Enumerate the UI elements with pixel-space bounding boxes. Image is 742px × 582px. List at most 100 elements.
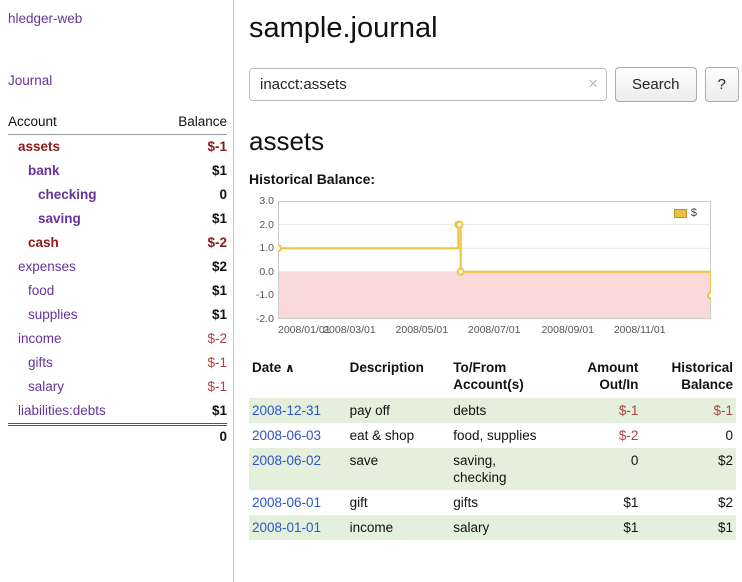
sidebar-account-link-saving[interactable]: saving	[38, 211, 81, 226]
x-axis-label: 2008/07/01	[468, 324, 521, 336]
register-row: 2008-01-01incomesalary$1$1	[249, 515, 736, 540]
y-axis-label: -1.0	[249, 290, 274, 301]
sort-asc-icon: ∧	[285, 361, 295, 375]
journal-link[interactable]: Journal	[8, 73, 52, 88]
x-axis-label: 2008/05/01	[396, 324, 449, 336]
register-row: 2008-06-01giftgifts$1$2	[249, 490, 736, 515]
register-table: Date ∧ Description To/From Account(s) Am…	[249, 357, 736, 540]
transaction-accounts: salary	[450, 515, 551, 540]
transaction-balance: $2	[641, 448, 736, 490]
account-row: bank $1	[8, 159, 227, 183]
sidebar-account-balance: $1	[154, 159, 227, 183]
sidebar-account-link-supplies[interactable]: supplies	[28, 307, 78, 322]
accounts-total-row: 0	[8, 425, 227, 450]
register-row: 2008-12-31pay offdebts$-1$-1	[249, 398, 736, 423]
help-button[interactable]: ?	[705, 67, 739, 102]
register-row: 2008-06-02savesaving, checking0$2	[249, 448, 736, 490]
y-axis-label: 3.0	[249, 196, 274, 207]
transaction-date-cell: 2008-01-01	[249, 515, 347, 540]
transaction-accounts: gifts	[450, 490, 551, 515]
transaction-accounts: debts	[450, 398, 551, 423]
transaction-date-link[interactable]: 2008-06-01	[252, 495, 321, 510]
search-input[interactable]	[249, 68, 607, 101]
account-row: liabilities:debts $1	[8, 399, 227, 425]
accounts-total-value: 0	[154, 425, 227, 450]
sidebar-account-balance: $2	[154, 255, 227, 279]
account-row: cash $-2	[8, 231, 227, 255]
search-box: ×	[249, 68, 607, 101]
x-axis-label: 2008/11/01	[614, 324, 666, 336]
transaction-description: gift	[347, 490, 451, 515]
sidebar-account-balance: $1	[154, 303, 227, 327]
accounts-header-row: Account Balance	[8, 112, 227, 135]
page-title: sample.journal	[249, 12, 739, 45]
transaction-date-link[interactable]: 2008-06-02	[252, 453, 321, 468]
accounts-header-account: Account	[8, 112, 154, 135]
accounts-header-balance: Balance	[154, 112, 227, 135]
sidebar-account-link-income[interactable]: income	[18, 331, 62, 346]
sidebar-account-balance: $1	[154, 207, 227, 231]
brand: hledger-web	[8, 10, 227, 28]
sidebar-account-link-food[interactable]: food	[28, 283, 54, 298]
account-row: food $1	[8, 279, 227, 303]
transaction-description: income	[347, 515, 451, 540]
sidebar-account-balance: $1	[154, 399, 227, 425]
account-row: salary $-1	[8, 375, 227, 399]
transaction-balance: $1	[641, 515, 736, 540]
transaction-date-cell: 2008-06-03	[249, 423, 347, 448]
sidebar-account-balance: $-1	[154, 375, 227, 399]
col-header-date[interactable]: Date ∧	[249, 357, 347, 398]
transaction-date-cell: 2008-06-02	[249, 448, 347, 490]
clear-search-icon[interactable]: ×	[588, 75, 598, 92]
transaction-date-link[interactable]: 2008-01-01	[252, 520, 321, 535]
search-bar: × Search ?	[249, 67, 739, 102]
account-row: expenses $2	[8, 255, 227, 279]
transaction-balance: $2	[641, 490, 736, 515]
sidebar-account-link-expenses[interactable]: expenses	[18, 259, 76, 274]
sidebar-account-link-liabilities-debts[interactable]: liabilities:debts	[18, 403, 106, 418]
account-row: checking 0	[8, 183, 227, 207]
register-header-row: Date ∧ Description To/From Account(s) Am…	[249, 357, 736, 398]
account-row: supplies $1	[8, 303, 227, 327]
y-axis-label: 0.0	[249, 267, 274, 278]
sidebar-account-balance: $-2	[154, 231, 227, 255]
sidebar-account-link-cash[interactable]: cash	[28, 235, 59, 250]
main-content: sample.journal × Search ? assets Histori…	[234, 0, 742, 582]
y-axis-label: 1.0	[249, 243, 274, 254]
chart-legend: $	[674, 207, 697, 219]
transaction-date-cell: 2008-06-01	[249, 490, 347, 515]
legend-swatch-icon	[674, 209, 687, 218]
legend-label: $	[691, 207, 697, 219]
sidebar: hledger-web Journal Account Balance asse…	[0, 0, 234, 582]
sidebar-account-balance: $-2	[154, 327, 227, 351]
transaction-date-link[interactable]: 2008-06-03	[252, 428, 321, 443]
x-axis-label: 2008/03/01	[323, 324, 376, 336]
transaction-date-cell: 2008-12-31	[249, 398, 347, 423]
chart-plot	[278, 201, 711, 319]
sidebar-account-balance: 0	[154, 183, 227, 207]
col-header-amount: Amount Out/In	[551, 357, 642, 398]
sidebar-account-link-assets[interactable]: assets	[18, 139, 60, 154]
y-axis-label: -2.0	[249, 314, 274, 325]
sidebar-account-balance: $1	[154, 279, 227, 303]
col-header-date-label: Date	[252, 360, 281, 375]
sidebar-account-link-gifts[interactable]: gifts	[28, 355, 53, 370]
chart-title: Historical Balance:	[249, 171, 739, 187]
app-title-link[interactable]: hledger-web	[8, 11, 82, 26]
search-button[interactable]: Search	[615, 67, 697, 102]
sidebar-account-link-checking[interactable]: checking	[38, 187, 97, 202]
sidebar-account-balance: $-1	[154, 351, 227, 375]
transaction-date-link[interactable]: 2008-12-31	[252, 403, 321, 418]
transaction-amount: $1	[551, 515, 642, 540]
sidebar-account-link-bank[interactable]: bank	[28, 163, 60, 178]
col-header-balance: Historical Balance	[641, 357, 736, 398]
account-row: income $-2	[8, 327, 227, 351]
sidebar-account-link-salary[interactable]: salary	[28, 379, 64, 394]
transaction-amount: $-2	[551, 423, 642, 448]
col-header-description: Description	[347, 357, 451, 398]
x-axis-label: 2008/09/01	[541, 324, 594, 336]
account-row: saving $1	[8, 207, 227, 231]
journal-nav: Journal	[8, 72, 227, 90]
account-heading: assets	[249, 126, 739, 157]
app-window: hledger-web Journal Account Balance asse…	[0, 0, 742, 582]
